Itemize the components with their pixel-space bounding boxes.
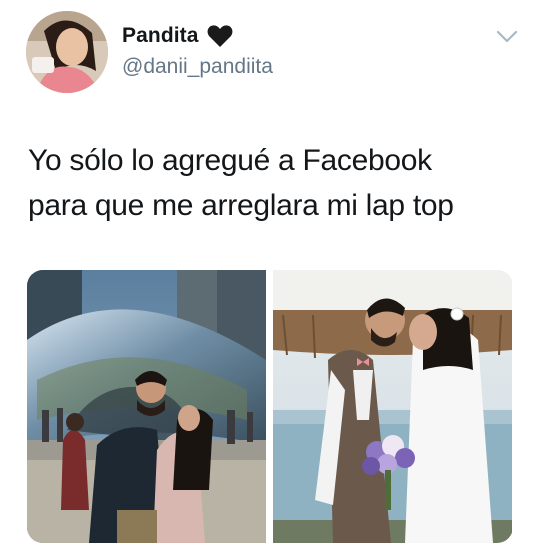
tweet-text-line: para que me arreglara mi lap top <box>28 189 454 222</box>
user-handle[interactable]: @danii_pandiita <box>122 55 273 79</box>
avatar[interactable] <box>26 11 108 93</box>
media-grid <box>27 270 513 543</box>
tweet-card: Pandita @danii_pandiita Yo sólo lo agreg… <box>0 0 541 549</box>
name-row: Pandita <box>122 24 233 48</box>
black-heart-icon <box>207 24 233 48</box>
chevron-down-icon[interactable] <box>496 30 518 44</box>
display-name[interactable]: Pandita <box>122 24 199 48</box>
photo-wedding-kiss[interactable] <box>273 270 512 543</box>
tweet-text-line: Yo sólo lo agregué a Facebook <box>28 144 432 177</box>
photo-couple-cloud-gate[interactable] <box>27 270 266 543</box>
tweet-text: Yo sólo lo agregué a Facebook para que m… <box>28 138 518 228</box>
